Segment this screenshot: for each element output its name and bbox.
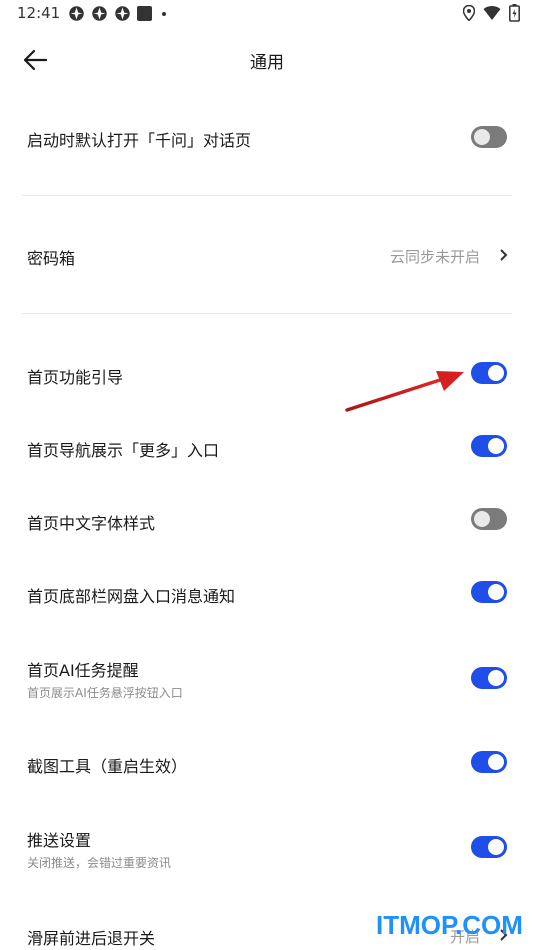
- toggle-switch[interactable]: [471, 836, 507, 858]
- setting-row-netdisk-notice[interactable]: 首页底部栏网盘入口消息通知: [0, 566, 534, 622]
- setting-row-font-style[interactable]: 首页中文字体样式: [0, 493, 534, 549]
- notification-icons: [68, 5, 166, 22]
- notification-app-icon: [92, 6, 107, 21]
- more-notifications-icon: [162, 11, 166, 16]
- page-title: 通用: [250, 53, 284, 73]
- setting-label: 滑屏前进后退开关: [27, 929, 156, 948]
- setting-label: 截图工具（重启生效）: [27, 757, 188, 776]
- toggle-knob: [488, 584, 504, 600]
- toggle-knob: [488, 754, 504, 770]
- setting-label: 推送设置: [27, 831, 92, 850]
- toggle-switch[interactable]: [471, 508, 507, 530]
- toggle-switch[interactable]: [471, 435, 507, 457]
- setting-description: 首页展示AI任务悬浮按钮入口: [27, 686, 183, 700]
- toggle-knob: [488, 365, 504, 381]
- toggle-switch[interactable]: [471, 126, 507, 148]
- location-icon: [463, 5, 475, 21]
- notification-app-icon: [69, 6, 84, 21]
- setting-label: 首页AI任务提醒: [27, 661, 139, 680]
- divider: [22, 195, 512, 196]
- status-time: 12:41: [17, 4, 61, 22]
- setting-row-push[interactable]: 推送设置 关闭推送，会错过重要资讯: [0, 810, 534, 886]
- setting-row-ai-task-reminder[interactable]: 首页AI任务提醒 首页展示AI任务悬浮按钮入口: [0, 640, 534, 716]
- status-bar: 12:41: [0, 0, 534, 28]
- toggle-switch[interactable]: [471, 751, 507, 773]
- setting-label: 密码箱: [27, 249, 76, 268]
- toggle-knob: [474, 511, 490, 527]
- setting-row-default-chat-page[interactable]: 启动时默认打开「千问」对话页: [0, 110, 534, 166]
- chevron-right-icon: [500, 249, 508, 261]
- setting-label: 首页功能引导: [27, 368, 124, 387]
- setting-label: 启动时默认打开「千问」对话页: [27, 131, 252, 150]
- toggle-switch[interactable]: [471, 362, 507, 384]
- setting-label: 首页中文字体样式: [27, 514, 156, 533]
- system-icons: [463, 4, 520, 22]
- setting-label: 首页导航展示「更多」入口: [27, 441, 220, 460]
- setting-description: 关闭推送，会错过重要资讯: [27, 856, 172, 870]
- annotation-arrow-icon: [345, 371, 464, 412]
- setting-label: 首页底部栏网盘入口消息通知: [27, 587, 236, 606]
- wifi-icon: [483, 6, 501, 20]
- divider: [22, 313, 512, 314]
- setting-row-password-vault[interactable]: 密码箱 云同步未开启: [0, 228, 534, 284]
- notification-square-icon: [137, 6, 152, 21]
- toggle-knob: [488, 670, 504, 686]
- toggle-knob: [474, 129, 490, 145]
- notification-app-icon: [115, 6, 130, 21]
- toggle-knob: [488, 438, 504, 454]
- toggle-knob: [488, 839, 504, 855]
- setting-row-more-entry[interactable]: 首页导航展示「更多」入口: [0, 420, 534, 476]
- watermark: ITMOP.COM: [376, 910, 523, 940]
- toggle-switch[interactable]: [471, 667, 507, 689]
- toggle-switch[interactable]: [471, 581, 507, 603]
- setting-row-screenshot-tool[interactable]: 截图工具（重启生效）: [0, 736, 534, 792]
- setting-value: 云同步未开启: [389, 248, 480, 266]
- app-header: 通用: [0, 36, 534, 84]
- battery-icon: [509, 4, 520, 22]
